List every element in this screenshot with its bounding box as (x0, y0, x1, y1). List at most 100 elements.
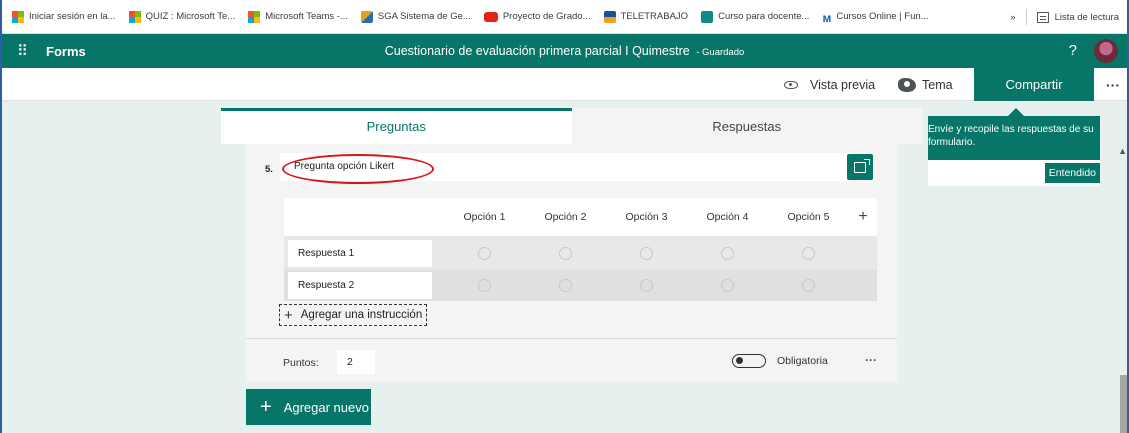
question-number: 5. (265, 164, 273, 175)
app-name[interactable]: Forms (46, 44, 86, 59)
share-button[interactable]: Compartir (974, 68, 1094, 101)
reading-list-button[interactable]: Lista de lectura (1055, 12, 1119, 23)
eye-icon (784, 80, 798, 89)
divider (246, 338, 897, 339)
bookmark-item[interactable]: SGA Sistema de Ge... (360, 10, 471, 23)
teletrabajo-icon (603, 10, 616, 23)
bookmark-item[interactable]: Microsoft Teams -... (248, 10, 348, 23)
question-card[interactable]: 5. Pregunta opción Likert Opción 1 Opció… (246, 144, 897, 382)
image-icon (854, 161, 866, 173)
tab-responses[interactable]: Respuestas (571, 108, 922, 144)
tooltip-message: Envíe y recopile las respuestas de su fo… (928, 124, 1094, 148)
insert-media-button[interactable] (847, 154, 873, 180)
theme-button[interactable]: Tema (898, 68, 953, 101)
spacer-cell (849, 236, 877, 270)
radio-cell (768, 236, 849, 270)
got-it-button[interactable]: Entendido (1044, 163, 1100, 183)
app-launcher-icon[interactable]: ⠿ (2, 42, 42, 60)
add-option-button[interactable]: + (849, 198, 877, 236)
option-label[interactable]: Opción 2 (525, 198, 606, 236)
avatar[interactable] (1094, 39, 1118, 63)
microsoft-icon (12, 10, 24, 23)
scrollbar-thumb[interactable] (1120, 375, 1127, 433)
likert-row: Respuesta 2 (284, 270, 877, 301)
radio-button[interactable] (802, 246, 815, 260)
bookmark-item[interactable]: QUIZ : Microsoft Te... (128, 10, 235, 23)
likert-row: Respuesta 1 (284, 236, 877, 270)
option-label[interactable]: Opción 5 (768, 198, 849, 236)
add-new-button[interactable]: + Agregar nuevo (246, 389, 371, 425)
radio-button[interactable] (721, 279, 734, 292)
radio-button[interactable] (478, 279, 491, 292)
radio-cell (444, 236, 525, 270)
bookmarks-overflow-button[interactable]: » (1010, 12, 1015, 23)
option-label[interactable]: Opción 4 (687, 198, 768, 236)
online-icon: ᴍ (822, 10, 832, 25)
question-more-button[interactable]: ··· (865, 353, 877, 367)
plus-icon: + (260, 395, 272, 418)
radio-button[interactable] (640, 246, 653, 260)
tab-questions[interactable]: Preguntas (221, 108, 572, 144)
microsoft-icon (248, 10, 261, 23)
save-status: - Guardado (696, 47, 745, 58)
form-title: Cuestionario de evaluación primera parci… (2, 44, 1127, 58)
points-input[interactable]: 2 (337, 350, 375, 374)
form-title-text: Cuestionario de evaluación primera parci… (384, 44, 690, 58)
bookmark-item[interactable]: Iniciar sesión en la... (12, 10, 116, 23)
bookmark-item[interactable]: ᴍ Cursos Online | Fun... (822, 10, 928, 25)
empty-cell (284, 198, 444, 236)
radio-cell (687, 270, 768, 301)
preview-button[interactable]: Vista previa (784, 68, 875, 101)
help-button[interactable]: ? (1069, 42, 1077, 59)
add-statement-label: Agregar una instrucción (300, 309, 423, 321)
command-bar: Vista previa Tema Compartir ··· (2, 68, 1127, 101)
reading-list-icon (1036, 11, 1049, 23)
bookmarks-right: » Lista de lectura (1010, 0, 1119, 34)
bookmarks-bar: Iniciar sesión en la... QUIZ : Microsoft… (2, 0, 1127, 34)
required-label: Obligatoria (777, 355, 828, 367)
likert-grid: Opción 1 Opción 2 Opción 3 Opción 4 Opci… (284, 198, 877, 301)
theme-label: Tema (922, 77, 953, 92)
add-statement-button[interactable]: + Agregar una instrucción (279, 304, 428, 326)
palette-icon (898, 77, 916, 92)
radio-cell (525, 270, 606, 301)
radio-button[interactable] (559, 279, 572, 292)
scroll-up-arrow-icon[interactable]: ▲ (1118, 146, 1127, 156)
statement-input[interactable]: Respuesta 2 (288, 272, 432, 299)
statement-input[interactable]: Respuesta 1 (288, 239, 432, 267)
radio-button[interactable] (478, 246, 491, 260)
radio-button[interactable] (640, 279, 653, 292)
radio-cell (525, 236, 606, 270)
sga-icon (360, 10, 373, 23)
divider (1025, 9, 1027, 25)
curso-icon (701, 10, 714, 23)
add-new-label: Agregar nuevo (283, 399, 369, 415)
radio-button[interactable] (559, 246, 572, 260)
bookmark-item[interactable]: Curso para docente... (701, 10, 809, 23)
plus-icon: + (284, 306, 293, 324)
more-options-button[interactable]: ··· (1106, 77, 1120, 93)
likert-header-row: Opción 1 Opción 2 Opción 3 Opción 4 Opci… (284, 198, 877, 236)
option-label[interactable]: Opción 3 (606, 198, 687, 236)
radio-cell (768, 270, 849, 301)
points-label: Puntos: (283, 357, 319, 369)
radio-button[interactable] (802, 279, 815, 292)
tab-bar: Preguntas Respuestas (221, 108, 922, 144)
radio-button[interactable] (721, 246, 734, 260)
required-toggle[interactable] (732, 354, 766, 368)
share-tooltip: Envíe y recopile las respuestas de su fo… (928, 108, 1100, 186)
highlight-ellipse (282, 154, 434, 184)
radio-cell (606, 236, 687, 270)
tooltip-footer: Entendido (928, 160, 1100, 186)
microsoft-icon (128, 10, 141, 23)
youtube-icon (483, 11, 498, 22)
spacer-cell (849, 270, 877, 301)
option-label[interactable]: Opción 1 (444, 198, 525, 236)
radio-cell (687, 236, 768, 270)
app-header: ⠿ Forms Cuestionario de evaluación prime… (2, 34, 1127, 68)
row-label-cell: Respuesta 2 (284, 270, 444, 301)
bookmark-item[interactable]: TELETRABAJO (603, 10, 688, 23)
row-label-cell: Respuesta 1 (284, 236, 444, 270)
preview-label: Vista previa (810, 77, 876, 92)
bookmark-item[interactable]: Proyecto de Grado... (483, 11, 591, 22)
